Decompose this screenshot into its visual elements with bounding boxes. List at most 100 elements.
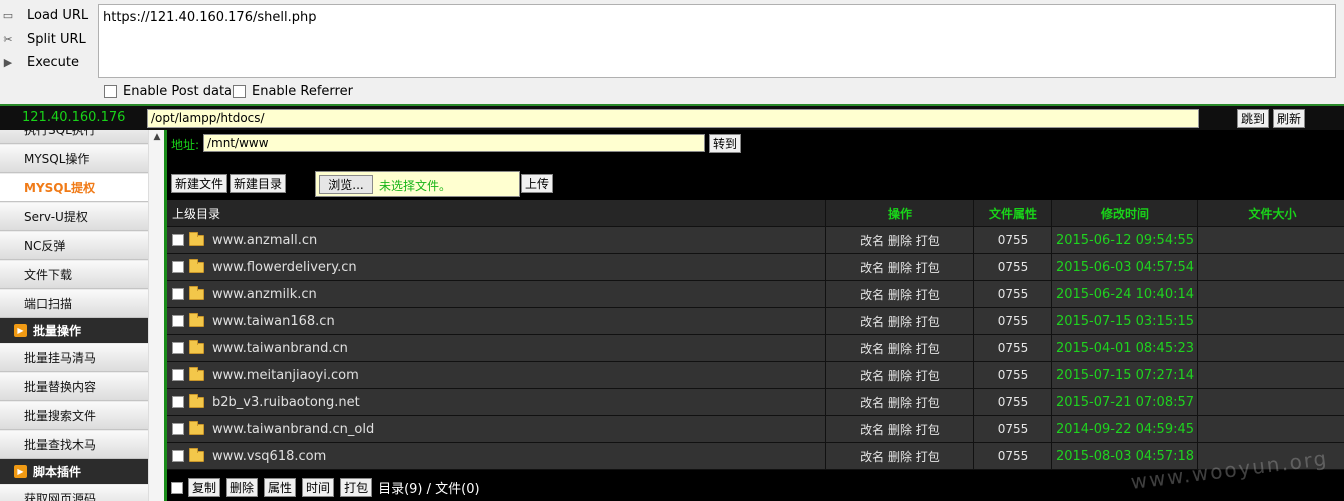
sidebar-item-sql-exec[interactable]: 执行SQL执行 xyxy=(0,130,148,144)
file-permission[interactable]: 0755 xyxy=(998,341,1029,355)
file-permission[interactable]: 0755 xyxy=(998,287,1029,301)
attr-cell: 0755 xyxy=(975,416,1052,442)
sidebar-item-get-source[interactable]: 获取网页源码 xyxy=(0,485,148,501)
file-permission[interactable]: 0755 xyxy=(998,314,1029,328)
time-cell: 2015-07-15 07:27:14 xyxy=(1053,362,1198,388)
table-header: 上级目录 操作 文件属性 修改时间 文件大小 xyxy=(167,200,1344,227)
enable-post-data-checkbox[interactable]: Enable Post data xyxy=(104,84,232,99)
play-icon: ▶ xyxy=(14,465,27,478)
row-actions[interactable]: 改名 删除 打包 xyxy=(860,421,940,438)
row-actions[interactable]: 改名 删除 打包 xyxy=(860,286,940,303)
sidebar-item-servu-privesc[interactable]: Serv-U提权 xyxy=(0,203,148,231)
row-actions[interactable]: 改名 删除 打包 xyxy=(860,340,940,357)
split-url-button[interactable]: ✂ Split URL xyxy=(0,28,96,50)
folder-name-link[interactable]: www.vsq618.com xyxy=(212,449,326,464)
file-permission[interactable]: 0755 xyxy=(998,422,1029,436)
row-checkbox[interactable] xyxy=(172,234,184,246)
row-checkbox[interactable] xyxy=(172,450,184,462)
new-file-button[interactable]: 新建文件 xyxy=(171,174,228,193)
browse-button[interactable]: 浏览... xyxy=(319,175,373,194)
checkbox-box[interactable] xyxy=(104,85,117,98)
modified-time[interactable]: 2015-08-03 04:57:18 xyxy=(1056,449,1194,464)
enable-referrer-checkbox[interactable]: Enable Referrer xyxy=(233,84,353,99)
sidebar-item-port-scan[interactable]: 端口扫描 xyxy=(0,290,148,318)
row-actions[interactable]: 改名 删除 打包 xyxy=(860,259,940,276)
folder-name-link[interactable]: www.flowerdelivery.cn xyxy=(212,260,357,275)
modified-time[interactable]: 2015-07-21 07:08:57 xyxy=(1056,395,1194,410)
file-permission[interactable]: 0755 xyxy=(998,233,1029,247)
select-all-checkbox[interactable] xyxy=(171,481,183,494)
checkbox-box[interactable] xyxy=(233,85,246,98)
folder-name-link[interactable]: www.taiwan168.cn xyxy=(212,314,335,329)
execute-button[interactable]: ▶ Execute xyxy=(0,51,96,73)
address-input[interactable]: /mnt/www xyxy=(203,134,705,152)
time-button[interactable]: 时间 xyxy=(302,478,335,497)
table-row: www.anzmall.cn 改名 删除 打包 0755 2015-06-12 09:… xyxy=(167,227,1344,254)
folder-icon xyxy=(189,258,204,273)
file-upload-field[interactable]: 浏览... 未选择文件。 xyxy=(315,171,520,197)
delete-button[interactable]: 删除 xyxy=(226,478,259,497)
row-checkbox[interactable] xyxy=(172,288,184,300)
play-icon: ▶ xyxy=(14,324,27,337)
url-textarea[interactable]: https://121.40.160.176/shell.php xyxy=(98,4,1336,78)
row-actions[interactable]: 改名 删除 打包 xyxy=(860,448,940,465)
load-url-button[interactable]: ▭ Load URL xyxy=(0,4,96,26)
scissors-icon: ✂ xyxy=(3,32,13,46)
file-permission[interactable]: 0755 xyxy=(998,395,1029,409)
sidebar-item-batch-trojan[interactable]: 批量挂马清马 xyxy=(0,344,148,372)
sidebar-item-mysql-privesc[interactable]: MYSQL提权 xyxy=(0,174,148,202)
modified-time[interactable]: 2015-06-03 04:57:54 xyxy=(1056,260,1194,275)
modified-time[interactable]: 2015-06-12 09:54:55 xyxy=(1056,233,1194,248)
folder-name-link[interactable]: www.anzmilk.cn xyxy=(212,287,317,302)
row-actions[interactable]: 改名 删除 打包 xyxy=(860,394,940,411)
folder-name-link[interactable]: www.taiwanbrand.cn xyxy=(212,341,348,356)
row-checkbox[interactable] xyxy=(172,423,184,435)
scroll-up-icon[interactable]: ▲ xyxy=(151,132,163,144)
sidebar-header-batch[interactable]: ▶ 批量操作 xyxy=(0,318,148,343)
sidebar-item-batch-find-trojan[interactable]: 批量查找木马 xyxy=(0,431,148,459)
refresh-button[interactable]: 刷新 xyxy=(1273,109,1306,128)
parent-dir-link[interactable]: 上级目录 xyxy=(167,200,826,226)
attr-cell: 0755 xyxy=(975,281,1052,307)
sidebar-item-nc-reverse[interactable]: NC反弹 xyxy=(0,232,148,260)
name-cell: www.anzmall.cn xyxy=(167,227,826,253)
ops-cell: 改名 删除 打包 xyxy=(827,254,974,280)
folder-name-link[interactable]: www.anzmall.cn xyxy=(212,233,317,248)
modified-time[interactable]: 2015-07-15 03:15:15 xyxy=(1056,314,1194,329)
attr-button[interactable]: 属性 xyxy=(264,478,297,497)
file-permission[interactable]: 0755 xyxy=(998,449,1029,463)
row-actions[interactable]: 改名 删除 打包 xyxy=(860,232,940,249)
row-checkbox[interactable] xyxy=(172,315,184,327)
new-dir-button[interactable]: 新建目录 xyxy=(230,174,287,193)
folder-name-link[interactable]: www.meitanjiaoyi.com xyxy=(212,368,359,383)
goto-button[interactable]: 转到 xyxy=(709,134,742,153)
copy-button[interactable]: 复制 xyxy=(188,478,221,497)
folder-name-link[interactable]: www.taiwanbrand.cn_old xyxy=(212,422,374,437)
path-input[interactable]: /opt/lampp/htdocs/ xyxy=(147,109,1199,128)
row-checkbox[interactable] xyxy=(172,396,184,408)
pack-button[interactable]: 打包 xyxy=(340,478,373,497)
col-attr: 文件属性 xyxy=(975,200,1052,226)
row-actions[interactable]: 改名 删除 打包 xyxy=(860,367,940,384)
sidebar-item-mysql-ops[interactable]: MYSQL操作 xyxy=(0,145,148,173)
sidebar-item-batch-replace[interactable]: 批量替换内容 xyxy=(0,373,148,401)
file-permission[interactable]: 0755 xyxy=(998,368,1029,382)
row-checkbox[interactable] xyxy=(172,261,184,273)
sidebar-item-batch-search[interactable]: 批量搜索文件 xyxy=(0,402,148,430)
upload-button[interactable]: 上传 xyxy=(521,174,554,193)
file-permission[interactable]: 0755 xyxy=(998,260,1029,274)
sidebar-item-file-download[interactable]: 文件下载 xyxy=(0,261,148,289)
row-checkbox[interactable] xyxy=(172,342,184,354)
size-cell xyxy=(1199,416,1344,442)
row-actions[interactable]: 改名 删除 打包 xyxy=(860,313,940,330)
time-cell: 2015-06-12 09:54:55 xyxy=(1053,227,1198,253)
sidebar-scrollbar[interactable]: ▲ xyxy=(148,130,164,501)
modified-time[interactable]: 2015-07-15 07:27:14 xyxy=(1056,368,1194,383)
modified-time[interactable]: 2014-09-22 04:59:45 xyxy=(1056,422,1194,437)
sidebar-header-plugins[interactable]: ▶ 脚本插件 xyxy=(0,459,148,484)
modified-time[interactable]: 2015-06-24 10:40:14 xyxy=(1056,287,1194,302)
row-checkbox[interactable] xyxy=(172,369,184,381)
modified-time[interactable]: 2015-04-01 08:45:23 xyxy=(1056,341,1194,356)
folder-name-link[interactable]: b2b_v3.ruibaotong.net xyxy=(212,395,360,410)
jump-button[interactable]: 跳到 xyxy=(1237,109,1270,128)
